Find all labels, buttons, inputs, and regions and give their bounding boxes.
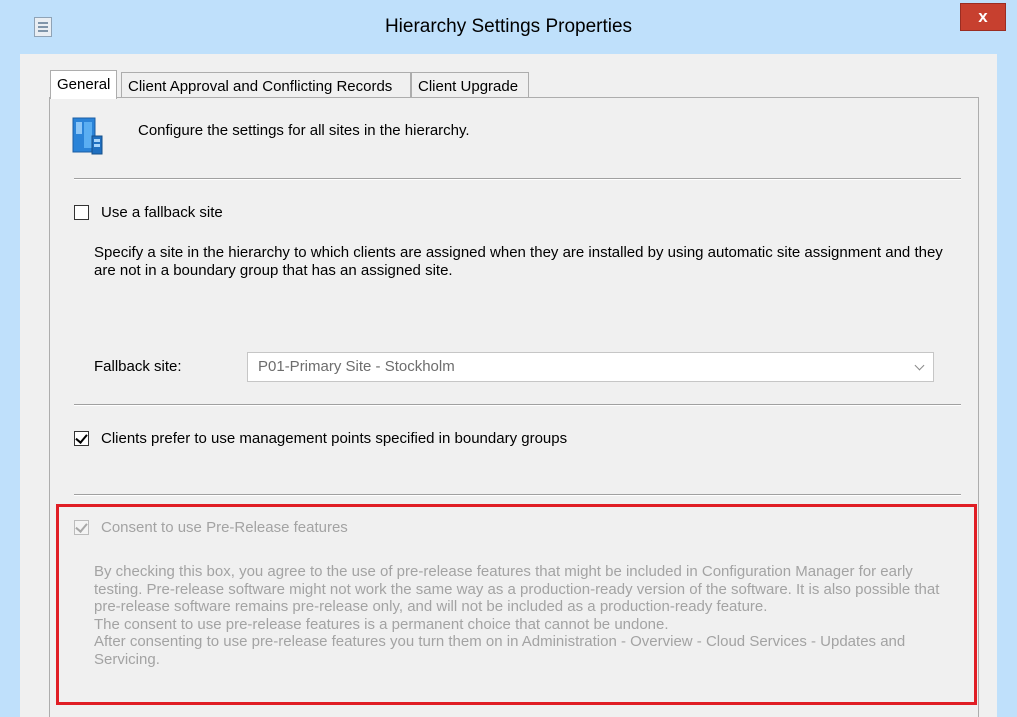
hierarchy-sites-icon — [72, 117, 103, 155]
prefer-management-points-label: Clients prefer to use management points … — [101, 430, 568, 447]
fallback-site-label: Use a fallback site — [101, 204, 223, 221]
tab-client-upgrade[interactable]: Client Upgrade — [411, 72, 529, 99]
fallback-site-checkbox[interactable] — [74, 205, 89, 220]
close-button[interactable]: x — [960, 3, 1006, 31]
chevron-down-icon[interactable] — [914, 360, 925, 371]
title-bar[interactable]: Hierarchy Settings Properties x — [0, 0, 1017, 54]
fallback-site-description: Specify a site in the hierarchy to which… — [94, 244, 943, 279]
highlight-box — [56, 504, 977, 705]
dialog-content: General Client Approval and Conflicting … — [20, 54, 997, 717]
fallback-site-value: P01-Primary Site - Stockholm — [258, 358, 455, 375]
window-title: Hierarchy Settings Properties — [384, 16, 633, 37]
checkmark-icon — [75, 431, 88, 444]
separator — [74, 178, 961, 180]
separator — [74, 404, 961, 406]
separator — [74, 494, 961, 496]
prefer-management-points-checkbox[interactable] — [74, 431, 89, 446]
fallback-site-field-label: Fallback site: — [94, 358, 182, 375]
tab-client-approval[interactable]: Client Approval and Conflicting Records — [121, 72, 411, 99]
fallback-site-select[interactable]: P01-Primary Site - Stockholm — [247, 352, 934, 382]
tab-general[interactable]: General — [50, 70, 117, 99]
header-text: Configure the settings for all sites in … — [138, 122, 470, 139]
dialog-window: Hierarchy Settings Properties x General … — [0, 0, 1017, 717]
